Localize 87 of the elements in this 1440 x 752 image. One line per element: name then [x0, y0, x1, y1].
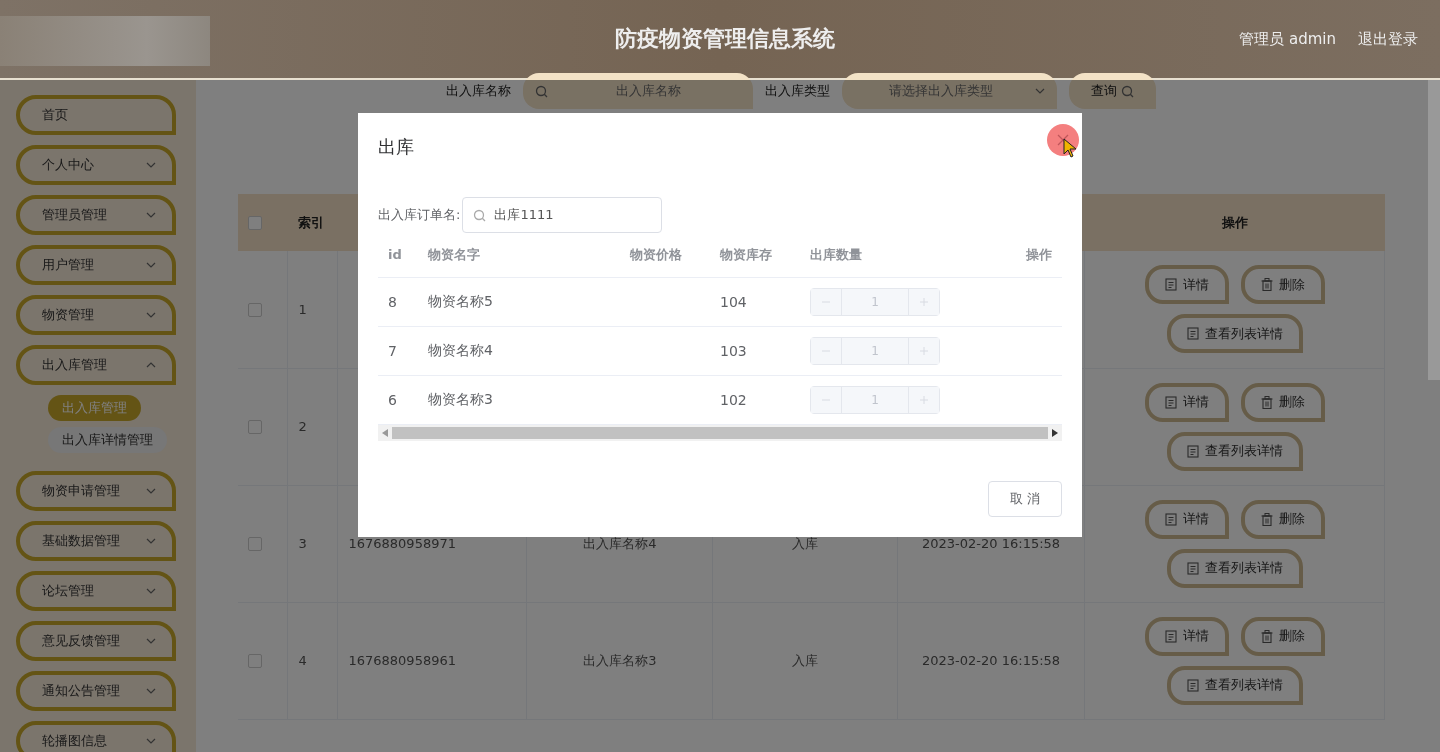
sidebar-item[interactable]: 意见反馈管理 [16, 621, 176, 661]
sidebar-item[interactable]: 物资管理 [16, 295, 176, 335]
document-icon [1186, 444, 1199, 458]
document-icon [1164, 395, 1177, 409]
list-details-button[interactable]: 查看列表详情 [1166, 665, 1303, 705]
table-cell: 1676880958961 [337, 602, 527, 719]
search-icon [473, 208, 487, 222]
table-cell: 8 [378, 277, 418, 326]
list-details-button[interactable]: 查看列表详情 [1166, 431, 1303, 471]
field-label: 出入库订单名: [378, 206, 461, 224]
table-cell: 物资名称4 [418, 326, 620, 375]
logout-link[interactable]: 退出登录 [1358, 29, 1418, 49]
table-cell: 103 [710, 326, 800, 375]
column-header: 操作 [1084, 194, 1385, 251]
details-button[interactable]: 详情 [1144, 616, 1229, 656]
submenu-item[interactable]: 出入库详情管理 [48, 427, 167, 453]
column-header: 索引 [288, 194, 338, 251]
search-icon [1121, 84, 1134, 98]
delete-button[interactable]: 删除 [1240, 265, 1325, 305]
document-icon [1164, 512, 1177, 526]
trash-icon [1260, 395, 1273, 409]
table-cell: 4 [288, 602, 338, 719]
document-icon [1186, 678, 1199, 692]
column-header: 物资价格 [620, 233, 710, 277]
checkbox[interactable] [248, 216, 262, 231]
column-header: 出库数量 [800, 233, 1000, 277]
table-cell: 物资名称3 [418, 375, 620, 424]
table-cell: 1 [288, 251, 338, 368]
checkbox[interactable] [248, 537, 262, 552]
table-cell: 6 [378, 375, 418, 424]
sidebar-item[interactable]: 基础数据管理 [16, 521, 176, 561]
cancel-button[interactable]: 取 消 [988, 481, 1062, 517]
table-cell: 104 [710, 277, 800, 326]
sidebar-item[interactable]: 通知公告管理 [16, 671, 176, 711]
column-header: id [378, 233, 418, 277]
user-label: 管理员 admin [1239, 29, 1336, 49]
table-cell: 2 [288, 368, 338, 485]
list-details-button[interactable]: 查看列表详情 [1166, 314, 1303, 354]
table-cell: 3 [288, 485, 338, 602]
details-button[interactable]: 详情 [1144, 265, 1229, 305]
checkbox[interactable] [248, 303, 262, 317]
table-cell: 入库 [712, 602, 898, 719]
caret-icon [1035, 88, 1045, 94]
document-icon [1164, 278, 1177, 292]
details-button[interactable]: 详情 [1144, 499, 1229, 539]
table-cell: 102 [710, 375, 800, 424]
details-button[interactable]: 详情 [1144, 382, 1229, 422]
table-cell: 出入库名称3 [526, 602, 713, 719]
scrollbar[interactable] [1428, 80, 1440, 380]
column-header: 操作 [1000, 233, 1062, 277]
sidebar-item[interactable]: 首页 [16, 95, 176, 135]
trash-icon [1260, 629, 1273, 643]
sidebar-item[interactable]: 论坛管理 [16, 571, 176, 611]
document-icon [1186, 327, 1199, 341]
search-button[interactable]: 查询 [1069, 73, 1156, 109]
delete-button[interactable]: 删除 [1240, 499, 1325, 539]
sidebar-item[interactable]: 管理员管理 [16, 195, 176, 235]
document-icon [1186, 561, 1199, 575]
delete-button[interactable]: 删除 [1240, 382, 1325, 422]
sidebar-item[interactable]: 出入库管理 [16, 345, 176, 385]
trash-icon [1260, 512, 1273, 526]
table-cell: 物资名称5 [418, 277, 620, 326]
sidebar-item[interactable]: 轮播图信息 [16, 721, 176, 752]
select-field[interactable]: 请选择出入库类型 [842, 73, 1057, 109]
search-icon [535, 84, 548, 98]
checkbox[interactable] [248, 654, 262, 669]
document-icon [1164, 629, 1177, 643]
search-field[interactable]: 出库1111 [462, 197, 663, 233]
column-header: 物资名字 [418, 233, 620, 277]
dialog-title: 出库 [378, 135, 415, 159]
scroll-right-icon[interactable] [1052, 428, 1058, 437]
search-field[interactable]: 出入库名称 [523, 73, 753, 109]
system-title: 防疫物资管理信息系统 [613, 25, 836, 53]
list-details-button[interactable]: 查看列表详情 [1166, 548, 1303, 588]
table-cell: 7 [378, 326, 418, 375]
trash-icon [1260, 278, 1273, 292]
checkbox[interactable] [248, 420, 262, 435]
field-label: 出入库类型 [765, 82, 830, 100]
scroll-left-icon[interactable] [382, 428, 388, 437]
table-cell: 2023-02-20 16:15:58 [897, 602, 1085, 719]
field-label: 出入库名称 [446, 82, 511, 100]
column-header: 物资库存 [710, 233, 800, 277]
sidebar-item[interactable]: 物资申请管理 [16, 471, 176, 511]
sidebar-item[interactable]: 用户管理 [16, 245, 176, 285]
sidebar-item[interactable]: 个人中心 [16, 145, 176, 185]
cursor-icon [1063, 138, 1077, 158]
delete-button[interactable]: 删除 [1240, 616, 1325, 656]
